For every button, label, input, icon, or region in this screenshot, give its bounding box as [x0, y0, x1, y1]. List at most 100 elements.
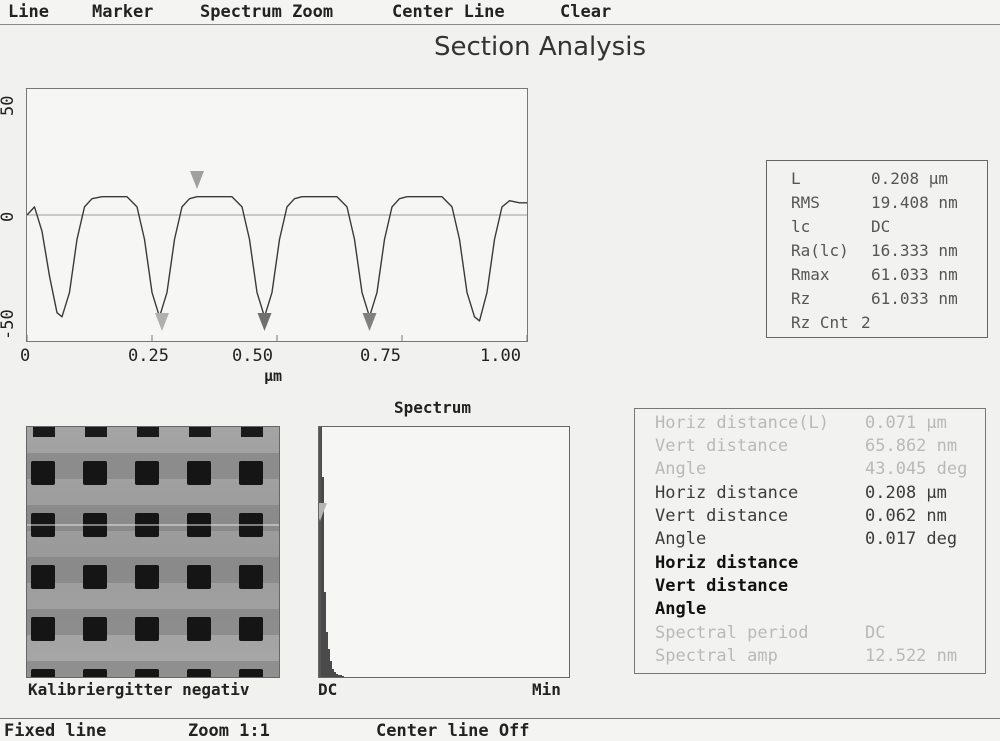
stat-row: Ra(lc) 16.333 nm	[791, 241, 958, 260]
measure-value: 0.208 μm	[865, 483, 947, 503]
grid-pit	[31, 617, 55, 641]
spectrum-plot[interactable]	[318, 426, 570, 678]
stat-value: DC	[871, 217, 891, 236]
menu-line[interactable]: Line	[8, 2, 49, 22]
stat-label: L	[791, 169, 801, 188]
cursor-marker	[362, 313, 377, 331]
grid-pit	[239, 565, 263, 589]
measure-label: Angle	[655, 459, 707, 479]
spectrum-bar	[338, 675, 340, 677]
grid-pit	[83, 669, 107, 677]
spectrum-bar	[334, 672, 336, 677]
measure-row: Spectral amp 12.522 nm	[655, 646, 957, 666]
measure-label: Vert distance	[655, 576, 789, 596]
measure-value: 0.062 nm	[865, 506, 947, 526]
profile-plot[interactable]	[26, 88, 528, 342]
spectrum-bar	[342, 676, 344, 677]
grid-pit	[85, 427, 107, 437]
status-center-line: Center line Off	[376, 721, 530, 741]
page-title: Section Analysis	[434, 32, 646, 62]
spectrum-chart[interactable]	[319, 427, 569, 677]
stat-label: lc	[791, 217, 811, 236]
stat-label: Rz	[791, 289, 811, 308]
measure-label: Angle	[655, 599, 707, 619]
measure-label: Spectral period	[655, 623, 809, 643]
y-tick-label-50: 50	[0, 95, 18, 116]
stat-row: Rz Cnt 2	[791, 313, 871, 332]
x-axis-unit: μm	[264, 367, 283, 385]
cursor-marker	[190, 171, 204, 189]
grid-pit	[239, 461, 263, 485]
x-tick-label-050: 0.50	[232, 346, 273, 366]
stat-value: 19.408 nm	[871, 193, 958, 212]
afm-image[interactable]	[26, 426, 280, 678]
measure-row: Vert distance	[655, 576, 788, 596]
measure-value: 65.862 nm	[865, 436, 958, 456]
measure-value: DC	[865, 623, 886, 643]
spectrum-bar	[324, 592, 326, 677]
stat-row: Rmax 61.033 nm	[791, 265, 958, 284]
grid-pit	[187, 617, 211, 641]
measure-label: Horiz distance	[655, 553, 799, 573]
stat-label: Rmax	[791, 265, 830, 284]
x-tick-label-100: 1.00	[480, 346, 521, 366]
measure-value: 0.071 μm	[865, 413, 947, 433]
y-tick-label-0: 0	[0, 211, 18, 222]
spectrum-bar	[336, 674, 338, 677]
x-tick-label-075: 0.75	[360, 346, 401, 366]
stat-row: Rz 61.033 nm	[791, 289, 958, 308]
grid-pit	[189, 427, 211, 437]
grid-pit	[31, 461, 55, 485]
measure-label: Vert distance	[655, 506, 789, 526]
measure-value: 43.045 deg	[865, 459, 968, 479]
status-line-mode: Fixed line	[4, 721, 107, 741]
grid-pit	[31, 565, 55, 589]
measure-row: Vert distance 65.862 nm	[655, 436, 957, 456]
measure-row: Angle 43.045 deg	[655, 459, 967, 479]
spectrum-bar	[330, 661, 332, 677]
menu-marker[interactable]: Marker	[92, 2, 153, 22]
spectrum-left-label: DC	[318, 680, 338, 699]
spectrum-right-label: Min	[532, 680, 561, 699]
stat-value: 61.033 nm	[871, 289, 958, 308]
grid-pit	[137, 427, 159, 437]
stat-label: Ra(lc)	[791, 241, 849, 260]
measure-label: Spectral amp	[655, 646, 778, 666]
menu-spectrum-zoom[interactable]: Spectrum Zoom	[200, 2, 333, 22]
grid-pit	[239, 617, 263, 641]
spectrum-bar	[340, 675, 342, 677]
grid-pit	[135, 565, 159, 589]
stat-value: 2	[861, 313, 871, 332]
x-tick-label-025: 0.25	[128, 346, 169, 366]
grid-pit	[135, 669, 159, 677]
spectrum-title: Spectrum	[394, 398, 472, 417]
cursor-marker	[155, 313, 169, 331]
y-tick-label-neg50: -50	[0, 309, 18, 340]
calibration-grid-image[interactable]	[27, 427, 279, 677]
measure-label: Vert distance	[655, 436, 789, 456]
measure-row: Horiz distance	[655, 553, 798, 573]
measure-label: Angle	[655, 529, 707, 549]
image-caption: Kalibriergitter negativ	[28, 680, 250, 699]
profile-chart[interactable]	[27, 89, 527, 341]
grid-pit	[135, 617, 159, 641]
statistics-panel: L 0.208 μm RMS 19.408 nm lc DC Ra(lc) 16.333…	[766, 160, 988, 338]
stat-label: RMS	[791, 193, 820, 212]
menu-clear[interactable]: Clear	[560, 2, 611, 22]
measure-row: Angle 0.017 deg	[655, 529, 957, 549]
grid-pit	[135, 461, 159, 485]
measure-row: Horiz distance 0.208 μm	[655, 483, 947, 503]
menu-bar: Line Marker Spectrum Zoom Center Line Cl…	[0, 0, 1000, 25]
measure-row: Angle	[655, 599, 706, 619]
grid-pit	[187, 461, 211, 485]
x-tick-label-0: 0	[20, 346, 31, 366]
grid-pit	[83, 617, 107, 641]
cursor-marker	[257, 313, 272, 331]
spectrum-bar	[332, 669, 334, 677]
measure-row: Vert distance 0.062 nm	[655, 506, 947, 526]
grid-pit	[187, 669, 211, 677]
measure-label: Horiz distance	[655, 483, 799, 503]
status-zoom: Zoom 1:1	[188, 721, 270, 741]
measure-label: Horiz distance(L)	[655, 413, 829, 433]
menu-center-line[interactable]: Center Line	[392, 2, 505, 22]
